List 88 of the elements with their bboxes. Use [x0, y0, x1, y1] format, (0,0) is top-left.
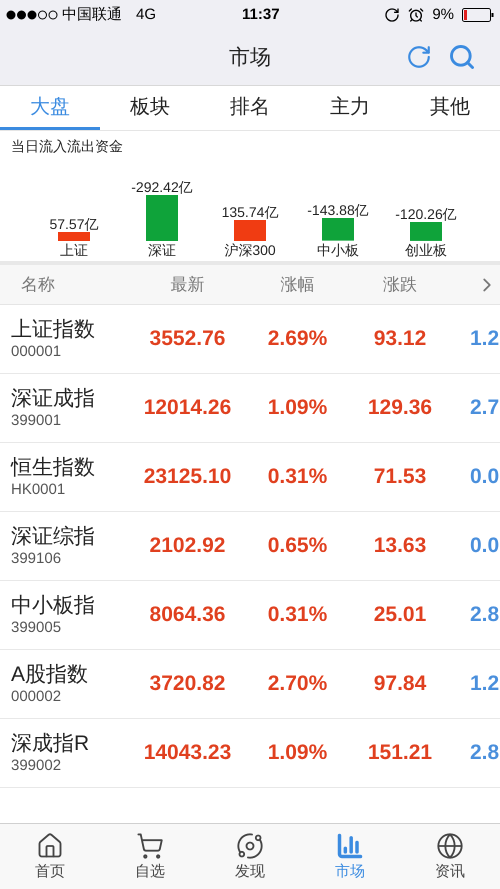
tab-bar-item[interactable]: 资讯 — [400, 824, 500, 889]
table-row[interactable]: A股指数 000002 3720.82 2.70% 97.84 1.2 — [0, 650, 500, 719]
table-row[interactable]: 深成指R 399002 14043.23 1.09% 151.21 2.8 — [0, 719, 500, 788]
column-header: 最新 — [170, 274, 206, 296]
search-button[interactable] — [448, 43, 476, 71]
latest-price: 12014.26 — [144, 395, 232, 422]
index-code: 399002 — [11, 757, 62, 775]
change-percent: 0.31% — [268, 602, 328, 628]
change-amount: 71.53 — [374, 464, 426, 490]
index-name: A股指数 — [11, 662, 90, 688]
category-label: 中小板 — [317, 241, 359, 259]
change-amount: 93.12 — [374, 326, 426, 352]
table-cell: 2.7 — [470, 396, 500, 420]
change-amount: 25.01 — [374, 602, 426, 628]
clock-time: 11:37 — [242, 4, 280, 25]
column-header: 涨幅 — [280, 274, 316, 296]
column-header: 名称 — [20, 274, 56, 296]
table-cell: 1.2 — [470, 672, 500, 696]
category-label: 上证 — [60, 241, 88, 259]
table-cell: 2.8 — [470, 603, 500, 626]
index-name: 深成指R — [11, 731, 90, 757]
index-name: 上证指数 — [11, 317, 96, 343]
latest-price: 2102.92 — [150, 533, 226, 560]
latest-price: 3552.76 — [150, 326, 226, 352]
index-code: 000002 — [11, 688, 62, 706]
tab[interactable]: 排名 — [200, 86, 300, 130]
category-label: 深证 — [148, 241, 176, 259]
index-name: 深证成指 — [11, 386, 96, 412]
category-label: 创业板 — [405, 241, 447, 259]
index-code: 399106 — [11, 550, 62, 568]
table-cell: 0.0 — [470, 465, 500, 488]
table-cell: 2.8 — [470, 741, 500, 764]
alarm-icon — [408, 7, 424, 23]
value-label: 57.57亿 — [49, 216, 99, 232]
value-label: -292.42亿 — [131, 179, 193, 195]
index-code: 399001 — [11, 412, 62, 430]
latest-price: 14043.23 — [144, 740, 232, 766]
home-icon — [36, 832, 64, 860]
table-row[interactable]: 恒生指数 HK0001 23125.10 0.31% 71.53 0.0 — [0, 443, 500, 512]
table-row[interactable]: 深证综指 399106 2102.92 0.65% 13.63 0.0 — [0, 512, 500, 581]
change-amount: 129.36 — [368, 395, 432, 422]
change-percent: 1.09% — [268, 395, 328, 422]
index-name: 深证综指 — [11, 524, 96, 550]
index-code: 399005 — [11, 619, 62, 637]
latest-price: 8064.36 — [150, 602, 226, 628]
change-amount: 151.21 — [368, 740, 432, 766]
tab-bar-item[interactable]: 自选 — [100, 824, 200, 889]
page-title: 市场 — [229, 44, 271, 71]
table-row[interactable]: 深证成指 399001 12014.26 1.09% 129.36 2.7 — [0, 374, 500, 443]
tab-bar-item[interactable]: 首页 — [0, 824, 100, 889]
refresh-button[interactable] — [406, 44, 432, 70]
change-percent: 2.69% — [268, 326, 328, 352]
index-name: 恒生指数 — [11, 455, 96, 481]
index-name: 中小板指 — [11, 593, 96, 619]
latest-price: 23125.10 — [144, 464, 232, 490]
change-amount: 97.84 — [374, 671, 426, 698]
battery-percent: 9% — [432, 4, 454, 25]
table-row[interactable]: 中小板指 399005 8064.36 0.31% 25.01 2.8 — [0, 581, 500, 650]
category-label: 沪深300 — [224, 241, 276, 259]
tab[interactable]: 其他 — [400, 86, 500, 130]
battery-icon — [462, 8, 494, 22]
table-cell: 1.2 — [470, 327, 500, 350]
globe-icon — [436, 832, 464, 860]
column-header: 涨跌 — [382, 274, 418, 296]
change-amount: 13.63 — [374, 533, 426, 560]
bar-chart-icon — [336, 832, 364, 860]
carrier-name: 中国联通 — [62, 4, 122, 25]
index-code: 000001 — [11, 343, 62, 361]
planet-icon — [236, 832, 264, 860]
value-label: -120.26亿 — [395, 206, 457, 222]
cart-icon — [136, 832, 164, 860]
change-percent: 2.70% — [268, 671, 328, 698]
tab-bar-item[interactable]: 发现 — [200, 824, 300, 889]
tab[interactable]: 大盘 — [0, 86, 100, 130]
network-type: 4G — [136, 4, 156, 25]
change-percent: 1.09% — [268, 740, 328, 766]
signal-icon — [6, 10, 58, 20]
change-percent: 0.65% — [268, 533, 328, 560]
value-label: 135.74亿 — [222, 204, 278, 220]
section-title: 当日流入流出资金 — [10, 137, 124, 155]
tab[interactable]: 主力 — [300, 86, 400, 130]
tab[interactable]: 板块 — [100, 86, 200, 130]
index-code: HK0001 — [11, 481, 66, 499]
table-row[interactable]: 上证指数 000001 3552.76 2.69% 93.12 1.2 — [0, 305, 500, 374]
value-label: -143.88亿 — [307, 202, 369, 218]
latest-price: 3720.82 — [150, 671, 226, 698]
table-cell: 0.0 — [470, 534, 500, 558]
change-percent: 0.31% — [268, 464, 328, 490]
